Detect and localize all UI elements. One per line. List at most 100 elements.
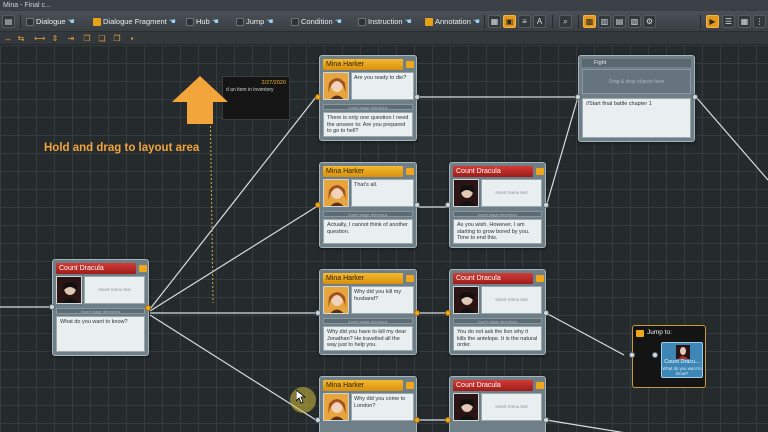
output-pin[interactable] [692,94,698,100]
output-pin[interactable] [543,310,549,316]
dialogue-text-field[interactable]: There is only one question I need the an… [323,112,413,137]
output-pin[interactable] [414,310,420,316]
output-pin[interactable] [414,94,420,100]
properties-icon[interactable]: ☰ [722,15,735,28]
fragment-text-field[interactable]: //Start final battle chapter 1 [582,98,691,138]
fragment-drop-zone[interactable]: Drag & drop objects here [582,69,691,94]
stage-directions-field[interactable]: Insert stage directions [323,318,413,324]
collapse-icon[interactable]: ⇥ [66,34,76,43]
comment-icon [406,61,414,68]
branch-icon[interactable]: ⇆ [16,34,26,43]
comment-icon [536,168,544,175]
input-pin[interactable] [315,202,321,208]
annotation-note[interactable]: 2/27/2020 d an item in inventory [222,76,290,120]
node-jump[interactable]: Jump to: Count Dracu... What do you want… [632,325,706,388]
drag-hint-text: Hold and drag to layout area [44,142,200,154]
view-mode-icon[interactable]: ▩ [583,15,596,28]
output-pin[interactable] [414,417,420,423]
delete-icon[interactable]: ▪ [127,34,137,43]
input-pin[interactable] [315,94,321,100]
toolbar-instruction-button[interactable]: Instruction ☚ [358,14,413,29]
toolbar-jump-button[interactable]: Jump ☚ [236,14,274,29]
output-pin[interactable] [543,202,549,208]
input-pin[interactable] [49,304,55,310]
input-pin[interactable] [629,352,635,358]
map-icon[interactable]: ▦ [738,15,751,28]
layout-icon[interactable]: ▥ [598,15,611,28]
flow-canvas[interactable]: 2/27/2020 d an item in inventory Count D… [0,45,768,432]
more-icon[interactable]: ⋮ [753,15,766,28]
node-dracula-4[interactable]: Count Dracula Insert menu text [449,376,546,432]
node-mina-2[interactable]: Mina Harker That's all. Insert stage dir… [319,162,417,248]
dialogue-text-field[interactable]: Why did you have to kill my dear Jonatha… [323,326,413,351]
dialogue-text-field[interactable]: What do you want to know? [56,316,145,352]
duplicate-icon[interactable]: ❒ [112,34,122,43]
connect-icon[interactable]: ↔ [3,34,13,43]
input-pin[interactable] [445,202,451,208]
output-pin[interactable] [145,305,151,311]
input-pin[interactable] [315,310,321,316]
toolbar-dialogue-button[interactable]: Dialogue ☚ [26,14,76,29]
flow-nav-icon[interactable]: ▤ [2,15,15,28]
text-format-icon[interactable]: A [533,15,546,28]
speaker-header: Count Dracula [453,380,533,391]
zoom-icon[interactable]: ⌕ [559,15,572,28]
mina-portrait [323,393,349,421]
toolbar-hub-button[interactable]: Hub ☚ [186,14,220,29]
main-toolbar: ▤ Dialogue ☚ Dialogue Fragment ☚ Hub ☚ J… [0,11,768,32]
stage-directions-field[interactable]: Insert stage directions [56,308,145,314]
output-pin[interactable] [543,417,549,423]
toolbar-condition-button[interactable]: Condition ☚ [291,14,343,29]
snap-icon[interactable]: ▣ [503,15,516,28]
jump-target-card[interactable]: Count Dracu... What do you want to know? [661,342,703,378]
menu-text-field[interactable]: Insert menu text [481,179,542,207]
speaker-header: Mina Harker [323,273,403,284]
drag-hand-icon: ☚ [67,17,75,26]
jump-inner-pin[interactable] [652,352,658,358]
stage-directions-field[interactable]: Insert stage directions [453,318,542,324]
spread-vertical-icon[interactable]: ⇕ [50,34,60,43]
menu-text-field[interactable]: Insert menu text [481,286,542,314]
input-pin[interactable] [575,94,581,100]
grid-icon[interactable]: ▦ [488,15,501,28]
secondary-toolbar: ↔ ⇆ ⟷ ⇕ ⇥ ❐ ❏ ❒ ▪ [0,32,768,45]
copy-icon[interactable]: ❐ [82,34,92,43]
output-pin[interactable] [414,202,420,208]
speaker-header: Count Dracula [453,273,533,284]
menu-text-field[interactable]: Why did you come to London? [351,393,414,421]
preview-icon[interactable]: ▤ [613,15,626,28]
dialogue-text-field[interactable]: As you wish. However, I am starting to g… [453,219,542,244]
node-dracula-2[interactable]: Count Dracula Insert menu text Insert st… [449,162,546,248]
node-mina-4[interactable]: Mina Harker Why did you come to London? [319,376,417,432]
input-pin[interactable] [445,417,451,423]
dialogue-text-field[interactable]: Actually, I cannot think of another ques… [323,219,413,244]
node-dracula-main[interactable]: Count Dracula Insert menu text Insert st… [52,259,149,356]
drag-hand-icon: ☚ [211,17,219,26]
stage-directions-field[interactable]: Insert stage directions [323,211,413,217]
node-mina-3[interactable]: Mina Harker Why did you kill my husband?… [319,269,417,355]
toolbar-dialogue-fragment-button[interactable]: Dialogue Fragment ☚ [93,14,177,29]
menu-text-field[interactable]: Are you ready to die? [351,72,414,100]
input-pin[interactable] [445,310,451,316]
settings-icon[interactable]: ⚙ [643,15,656,28]
node-dracula-3[interactable]: Count Dracula Insert menu text Insert st… [449,269,546,355]
spread-horizontal-icon[interactable]: ⟷ [34,34,45,43]
stage-directions-field[interactable]: Insert stage directions [453,211,542,217]
dialogue-text-field[interactable]: You do not ask the lion why it kills the… [453,326,542,351]
menu-text-field[interactable]: Insert menu text [481,393,542,421]
export-icon[interactable]: ▧ [628,15,641,28]
presentation-icon[interactable]: ▶ [706,15,719,28]
drag-hand-icon: ☚ [404,17,412,26]
comment-icon [139,265,147,272]
stage-directions-field[interactable]: Insert stage directions [323,104,413,110]
node-mina-1[interactable]: Mina Harker Are you ready to die? Insert… [319,55,417,141]
menu-text-field[interactable]: Insert menu text [84,276,145,304]
menu-text-field[interactable]: Why did you kill my husband? [351,286,414,314]
input-pin[interactable] [315,417,321,423]
paste-icon[interactable]: ❏ [97,34,107,43]
align-icon[interactable]: ≡ [518,15,531,28]
toolbar-annotation-button[interactable]: Annotation ☚ [425,14,481,29]
menu-text-field[interactable]: That's all. [351,179,414,207]
node-fight-fragment[interactable]: Fight Drag & drop objects here //Start f… [578,55,695,142]
jump-icon [236,17,244,26]
